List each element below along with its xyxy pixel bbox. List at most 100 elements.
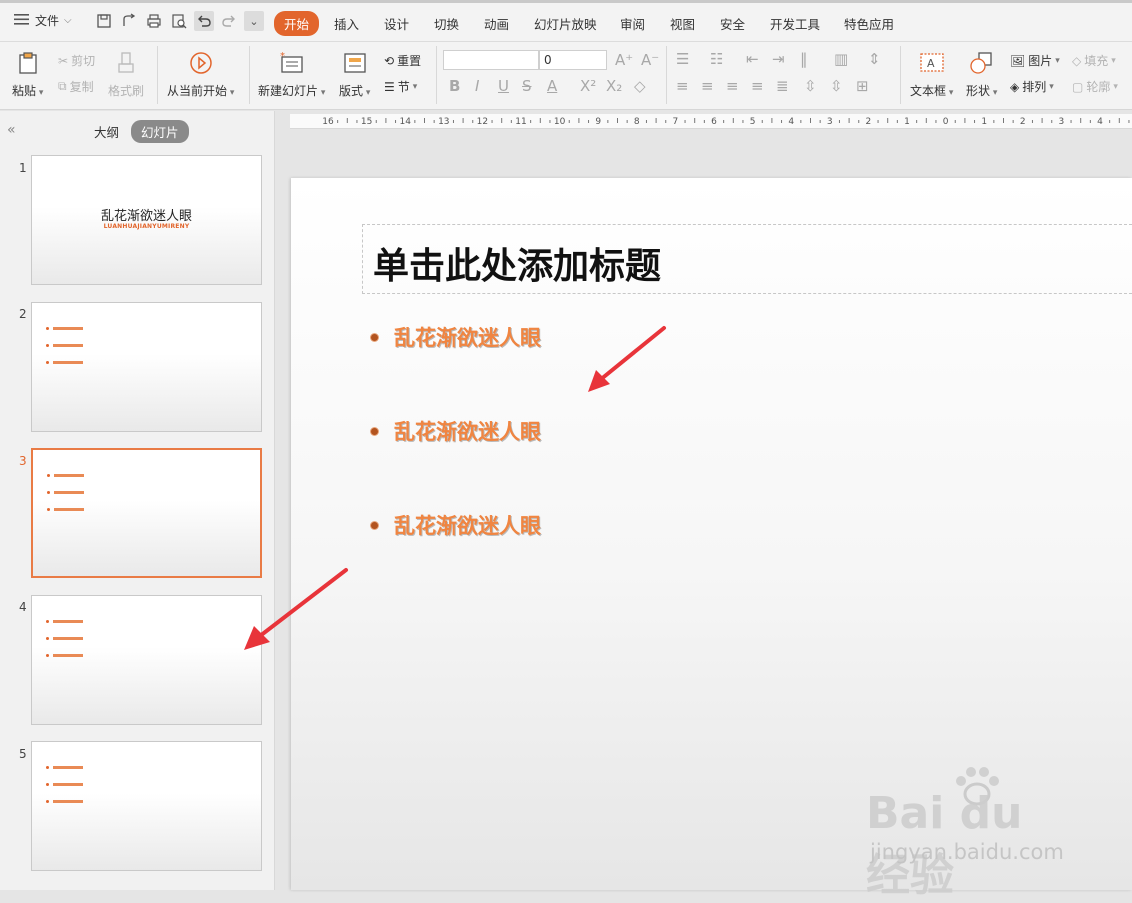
paste-label: 粘贴	[12, 84, 37, 98]
ruler-label: 9	[595, 117, 601, 127]
justify-icon[interactable]: ≡	[751, 77, 764, 95]
tab-outline[interactable]: 大纲	[94, 122, 119, 141]
align-left-icon[interactable]: ≡	[676, 77, 689, 95]
reset-button[interactable]: ⟲ 重置	[384, 52, 421, 69]
ribbon-divider	[249, 46, 250, 104]
bullet-item[interactable]: 乱花渐欲迷人眼	[371, 416, 541, 446]
export-button[interactable]	[119, 11, 139, 31]
tab-developer[interactable]: 开发工具	[770, 14, 820, 33]
layout-icon	[341, 50, 369, 76]
title-placeholder[interactable]: 单击此处添加标题	[362, 224, 1132, 294]
increase-indent-icon[interactable]: ⇥	[772, 50, 785, 68]
tab-slides[interactable]: 幻灯片	[131, 120, 189, 143]
slide-thumbnail-5[interactable]	[31, 741, 262, 871]
subscript-icon[interactable]: X₂	[606, 77, 622, 95]
thumbnail-bullet	[47, 491, 84, 494]
tab-view[interactable]: 视图	[670, 14, 695, 33]
reset-label: 重置	[397, 54, 422, 68]
ribbon: 粘贴 ▾ ✂ 剪切 ⧉ 复制 格式刷 从当前开始 ▾ * 新建幻灯片 ▾ 版式 ▾ …	[0, 42, 1132, 110]
ruler-label: 2	[1020, 117, 1026, 127]
italic-icon[interactable]: I	[475, 77, 479, 95]
paste-button[interactable]: 粘贴 ▾	[12, 50, 43, 99]
section-button[interactable]: ☰ 节 ▾	[384, 78, 417, 95]
layout-button[interactable]: 版式 ▾	[339, 50, 370, 99]
outline-button[interactable]: ▢ 轮廓 ▾	[1072, 78, 1118, 95]
font-color-icon[interactable]: A	[547, 77, 557, 95]
tab-slideshow[interactable]: 幻灯片放映	[534, 14, 597, 33]
file-menu-button[interactable]: 文件 ⌵	[14, 12, 72, 29]
tab-animation[interactable]: 动画	[484, 14, 509, 33]
fill-button[interactable]: ◇ 填充 ▾	[1072, 52, 1116, 69]
copy-button[interactable]: ⧉ 复制	[58, 78, 94, 95]
bullets-icon[interactable]: ☰	[676, 50, 689, 68]
format-painter-button[interactable]: 格式刷	[108, 50, 144, 99]
font-family-select[interactable]	[443, 50, 539, 70]
align-right-icon[interactable]: ≡	[726, 77, 739, 95]
cut-button[interactable]: ✂ 剪切	[58, 52, 95, 69]
columns-icon[interactable]: ▥	[834, 50, 848, 68]
numbering-icon[interactable]: ☷	[710, 50, 723, 68]
bold-icon[interactable]: B	[449, 77, 460, 95]
print-preview-button[interactable]	[169, 11, 189, 31]
ruler-label: 15	[361, 117, 372, 127]
from-current-button[interactable]: 从当前开始 ▾	[167, 50, 234, 99]
smart-art-icon[interactable]: ⊞	[856, 77, 869, 95]
tab-transition[interactable]: 切换	[434, 14, 459, 33]
textbox-label: 文本框	[910, 84, 947, 98]
text-direction-icon[interactable]: ⇕	[868, 50, 881, 68]
paragraph-spacing-icon[interactable]: ⇳	[804, 77, 817, 95]
shape-button[interactable]: 形状 ▾	[966, 50, 997, 99]
slide-thumbnail-2[interactable]	[31, 302, 262, 432]
section-icon: ☰	[384, 79, 395, 94]
decrease-font-icon[interactable]: A⁻	[641, 51, 659, 69]
bullet-text: 乱花渐欲迷人眼	[394, 514, 541, 538]
increase-font-icon[interactable]: A⁺	[615, 51, 633, 69]
outline-icon: ▢	[1072, 79, 1084, 94]
save-button[interactable]	[94, 11, 114, 31]
decrease-indent-icon[interactable]: ⇤	[746, 50, 759, 68]
tab-design[interactable]: 设计	[384, 14, 409, 33]
arrange-button[interactable]: ◈ 排列 ▾	[1010, 78, 1054, 95]
line-spacing-icon[interactable]: ‖	[800, 50, 808, 68]
underline-icon[interactable]: U	[498, 77, 509, 95]
baidu-watermark: Bai du 经验 jingyan.baidu.com	[866, 766, 1076, 901]
align-text-icon[interactable]: ⇳	[830, 77, 843, 95]
shape-label: 形状	[966, 84, 991, 98]
tab-special[interactable]: 特色应用	[844, 14, 894, 33]
ruler-label: 4	[788, 117, 794, 127]
picture-button[interactable]: 🖼 图片 ▾	[1010, 52, 1060, 69]
tab-start[interactable]: 开始	[274, 11, 320, 36]
ruler-label: 2	[866, 117, 872, 127]
thumbnail-bullet	[46, 620, 83, 623]
customize-toolbar-button[interactable]: ⌄	[244, 11, 264, 31]
tab-security[interactable]: 安全	[720, 14, 745, 33]
collapse-panel-icon[interactable]: «	[7, 122, 16, 138]
bullet-item[interactable]: 乱花渐欲迷人眼	[371, 510, 541, 540]
new-slide-button[interactable]: * 新建幻灯片 ▾	[258, 50, 325, 99]
slide-thumbnail-1[interactable]: 乱花渐欲迷人眼 LUANHUAJIANYUMIRENY	[31, 155, 262, 285]
clipboard-icon	[14, 50, 42, 76]
clear-format-icon[interactable]: ◇	[634, 77, 646, 95]
thumbnail-bullet	[46, 800, 83, 803]
redo-button[interactable]	[219, 11, 239, 31]
undo-button[interactable]	[194, 11, 214, 31]
svg-text:A: A	[927, 57, 935, 70]
strikethrough-icon[interactable]: S	[522, 77, 532, 95]
bullet-item[interactable]: 乱花渐欲迷人眼	[371, 322, 541, 352]
tab-insert[interactable]: 插入	[334, 14, 359, 33]
slide-thumbnail-4[interactable]	[31, 595, 262, 725]
ruler-label: 3	[1059, 117, 1065, 127]
title-placeholder-text: 单击此处添加标题	[373, 246, 662, 287]
font-size-select[interactable]: 0	[539, 50, 607, 70]
textbox-button[interactable]: A 文本框 ▾	[910, 50, 953, 99]
print-button[interactable]	[144, 11, 164, 31]
ruler-label: 7	[673, 117, 679, 127]
chevron-down-icon: ⌄	[249, 14, 259, 28]
superscript-icon[interactable]: X²	[580, 77, 596, 95]
thumbnail-bullet	[46, 344, 83, 347]
tab-review[interactable]: 审阅	[620, 14, 645, 33]
distribute-icon[interactable]: ≣	[776, 77, 789, 95]
slide-thumbnail-3[interactable]	[31, 448, 262, 578]
scissors-icon: ✂	[58, 53, 69, 68]
align-center-icon[interactable]: ≡	[701, 77, 714, 95]
